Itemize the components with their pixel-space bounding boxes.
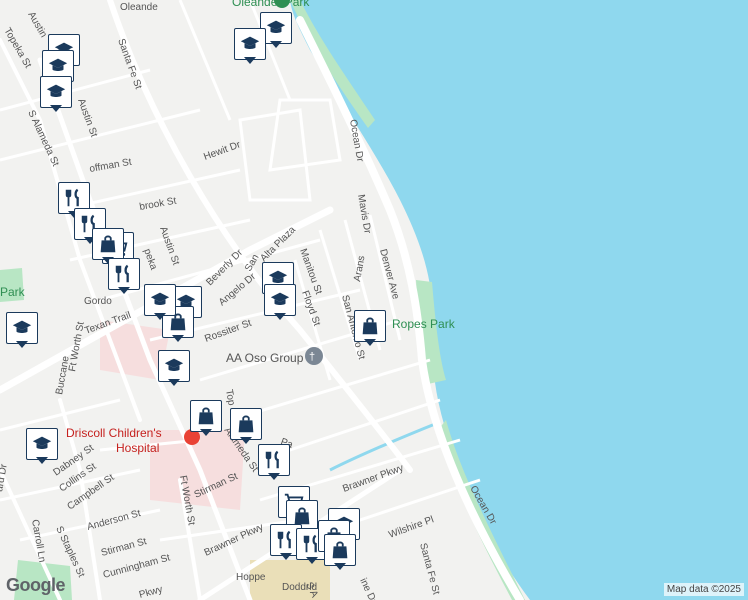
marker-pointer (306, 557, 318, 564)
shopping-bag-icon (230, 408, 262, 440)
marker-pointer (36, 457, 48, 464)
marker-pointer (244, 57, 256, 64)
map-marker-restaurant[interactable] (108, 258, 140, 296)
marker-pointer (334, 563, 346, 570)
marker-pointer (280, 553, 292, 560)
marker-pointer (50, 105, 62, 112)
svg-text:Oleande: Oleande (120, 2, 158, 13)
ropes-park-label: Ropes Park (392, 317, 456, 331)
marker-pointer (268, 473, 280, 480)
school-icon (6, 312, 38, 344)
school-icon (40, 76, 72, 108)
shopping-bag-icon (354, 310, 386, 342)
school-icon (144, 284, 176, 316)
map-marker-school[interactable] (6, 312, 38, 350)
marker-pointer (154, 313, 166, 320)
shopping-bag-icon (324, 534, 356, 566)
marker-pointer (364, 339, 376, 346)
aa-oso-group-label: AA Oso Group (226, 351, 304, 365)
restaurant-icon (108, 258, 140, 290)
school-icon (26, 428, 58, 460)
svg-text:†: † (309, 351, 315, 363)
marker-pointer (168, 379, 180, 386)
marker-pointer (172, 335, 184, 342)
map-marker-school[interactable] (158, 350, 190, 388)
map-attribution[interactable]: Map data ©2025 (663, 583, 744, 596)
map-canvas[interactable]: Oleander Park Ropes Park Park † AA Oso G… (0, 0, 748, 600)
marker-pointer (118, 287, 130, 294)
hospital-label-line1: Driscoll Children's (66, 426, 162, 440)
map-marker-shopping-bag[interactable] (190, 400, 222, 438)
map-marker-shopping-bag[interactable] (230, 408, 262, 446)
map-marker-shopping-bag[interactable] (324, 534, 356, 572)
map-marker-school[interactable] (234, 28, 266, 66)
left-park-label: Park (0, 285, 26, 299)
marker-pointer (270, 41, 282, 48)
svg-text:Gordo: Gordo (84, 296, 112, 307)
map-marker-restaurant[interactable] (258, 444, 290, 482)
map-marker-school[interactable] (40, 76, 72, 114)
school-icon (158, 350, 190, 382)
marker-pointer (240, 437, 252, 444)
map-marker-school[interactable] (26, 428, 58, 466)
shopping-bag-icon (92, 228, 124, 260)
restaurant-icon (258, 444, 290, 476)
marker-pointer (16, 341, 28, 348)
map-marker-school[interactable] (264, 284, 296, 322)
map-base-layer: Oleander Park Ropes Park Park † AA Oso G… (0, 0, 748, 600)
school-icon (264, 284, 296, 316)
oleander-park-label: Oleander Park (232, 0, 310, 9)
marker-pointer (274, 313, 286, 320)
google-logo: Google (6, 575, 66, 595)
map-marker-shopping-bag[interactable] (354, 310, 386, 348)
shopping-bag-icon (190, 400, 222, 432)
hospital-label-line2: Hospital (116, 441, 159, 455)
svg-text:Hoppe: Hoppe (236, 572, 266, 583)
map-marker-school[interactable] (144, 284, 176, 322)
marker-pointer (200, 429, 212, 436)
school-icon (234, 28, 266, 60)
